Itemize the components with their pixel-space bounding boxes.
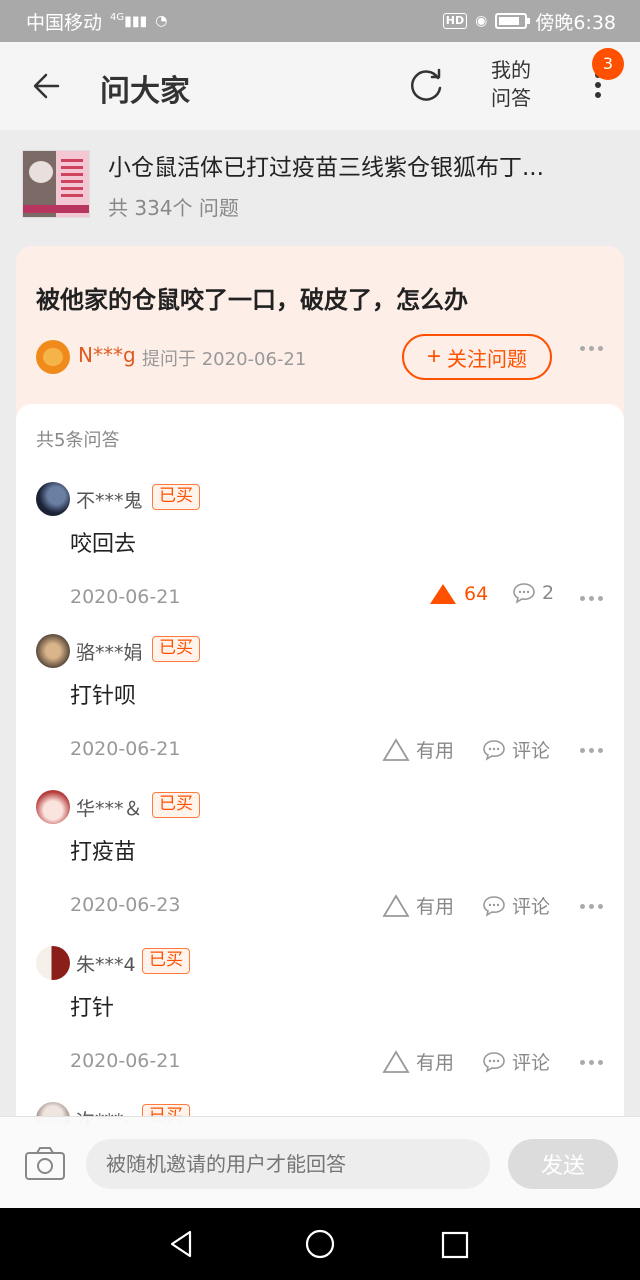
question-more-icon[interactable]	[580, 346, 603, 351]
answer-more-icon[interactable]	[580, 904, 603, 909]
signal-icon: 4G▮▮▮	[110, 12, 148, 30]
comment-label: 评论	[512, 896, 551, 918]
answer-item: 华***＆ 已买 打疫苗 2020-06-23 有用 评论	[16, 790, 624, 940]
refresh-icon[interactable]	[404, 64, 448, 108]
status-bar: 中国移动 4G▮▮▮ ◔ HD ◉ 傍晚6:38	[0, 0, 640, 42]
question-title: 被他家的仓鼠咬了一口，破皮了，怎么办	[36, 286, 468, 314]
avatar[interactable]	[36, 946, 70, 980]
question-card: 被他家的仓鼠咬了一口，破皮了，怎么办 N***g 提问于 2020-06-21 …	[16, 246, 624, 426]
nav-home-icon[interactable]	[304, 1228, 336, 1260]
bought-badge: 已买	[152, 792, 200, 818]
comment-label: 评论	[512, 740, 551, 762]
comment-icon	[483, 895, 505, 917]
avatar[interactable]	[36, 482, 70, 516]
comment-button[interactable]: 评论	[482, 736, 550, 763]
answer-item: 骆***娟 已买 打针呗 2020-06-21 有用 评论	[16, 634, 624, 784]
answer-user: 朱***4	[76, 954, 136, 976]
bought-badge: 已买	[152, 636, 200, 662]
my-qa-line2: 问答	[491, 86, 531, 110]
avatar[interactable]	[36, 634, 70, 668]
comment-button[interactable]: 2	[512, 582, 554, 604]
product-title: 小仓鼠活体已打过疫苗三线紫仓银狐布丁...	[108, 155, 544, 181]
avatar[interactable]	[36, 790, 70, 824]
battery-fill	[499, 17, 519, 25]
useful-label: 有用	[416, 740, 455, 762]
useful-label: 有用	[416, 1052, 455, 1074]
eye-icon: ◉	[475, 13, 488, 29]
comment-icon	[513, 583, 535, 604]
answers-panel: 共5条问答 不***鬼 已买 咬回去 2020-06-21 64 2 骆***娟…	[16, 404, 624, 1124]
answer-more-icon[interactable]	[580, 748, 603, 753]
answer-user: 不***鬼	[76, 490, 143, 512]
answer-item: 朱***4 已买 打针 2020-06-21 有用 评论	[16, 946, 624, 1096]
app-header: 问大家 我的 问答 3	[0, 42, 640, 130]
back-arrow-icon[interactable]	[28, 66, 68, 106]
nav-back-icon[interactable]	[166, 1228, 198, 1260]
comment-button[interactable]: 评论	[482, 892, 550, 919]
asker-name: N***g	[78, 343, 136, 367]
triangle-outline-icon	[382, 893, 410, 917]
answer-date: 2020-06-23	[70, 894, 181, 916]
bought-badge: 已买	[142, 948, 190, 974]
answers-count: 共5条问答	[36, 430, 120, 451]
reply-input[interactable]	[86, 1139, 490, 1189]
page-title: 问大家	[100, 74, 190, 109]
answer-text: 咬回去	[70, 532, 137, 557]
answer-text: 打针呗	[70, 684, 137, 709]
useful-label: 有用	[416, 896, 455, 918]
nav-recent-icon[interactable]	[440, 1230, 470, 1260]
follow-question-button[interactable]: + 关注问题	[402, 334, 552, 380]
wifi-icon: ◔	[155, 13, 168, 29]
useful-button[interactable]: 有用	[382, 892, 454, 919]
comment-icon	[483, 739, 505, 761]
comment-icon	[483, 1051, 505, 1073]
comment-count: 2	[542, 582, 555, 604]
asked-time: 提问于 2020-06-21	[142, 349, 307, 370]
answer-date: 2020-06-21	[70, 1050, 181, 1072]
comment-label: 评论	[512, 1052, 551, 1074]
camera-icon[interactable]	[24, 1145, 66, 1181]
my-qa-line1: 我的	[491, 58, 531, 82]
battery-icon	[495, 13, 531, 29]
answer-text: 打疫苗	[70, 840, 137, 865]
system-nav-bar	[0, 1208, 640, 1280]
useful-button[interactable]: 有用	[382, 1048, 454, 1075]
question-count: 共 334个 问题	[108, 196, 239, 220]
asker-avatar	[36, 340, 70, 374]
triangle-filled-icon	[430, 584, 456, 604]
answer-more-icon[interactable]	[580, 596, 603, 601]
useful-button[interactable]: 64	[428, 582, 488, 606]
answer-date: 2020-06-21	[70, 738, 181, 760]
hd-icon: HD	[442, 13, 468, 29]
clock: 傍晚6:38	[535, 11, 616, 34]
network-label: 4G	[110, 12, 125, 24]
comment-button[interactable]: 评论	[482, 1048, 550, 1075]
answer-more-icon[interactable]	[580, 1060, 603, 1065]
useful-button[interactable]: 有用	[382, 736, 454, 763]
product-thumbnail	[22, 150, 90, 218]
plus-icon: +	[426, 343, 441, 370]
product-summary[interactable]: 小仓鼠活体已打过疫苗三线紫仓银狐布丁... 共 334个 问题	[0, 130, 640, 240]
my-qa-button[interactable]: 我的 问答	[488, 56, 534, 112]
triangle-outline-icon	[382, 737, 410, 761]
bought-badge: 已买	[152, 484, 200, 510]
send-button[interactable]: 发送	[508, 1139, 618, 1189]
answer-user: 华***＆	[76, 798, 143, 820]
reply-bar: 发送	[0, 1116, 640, 1208]
answer-text: 打针	[70, 996, 115, 1021]
answer-item: 不***鬼 已买 咬回去 2020-06-21 64 2	[16, 482, 624, 632]
carrier-label: 中国移动	[26, 11, 103, 34]
follow-label: 关注问题	[447, 348, 527, 371]
useful-count: 64	[464, 583, 489, 605]
answer-date: 2020-06-21	[70, 586, 181, 608]
notification-badge: 3	[592, 48, 624, 80]
answer-user: 骆***娟	[76, 642, 143, 664]
triangle-outline-icon	[382, 1049, 410, 1073]
